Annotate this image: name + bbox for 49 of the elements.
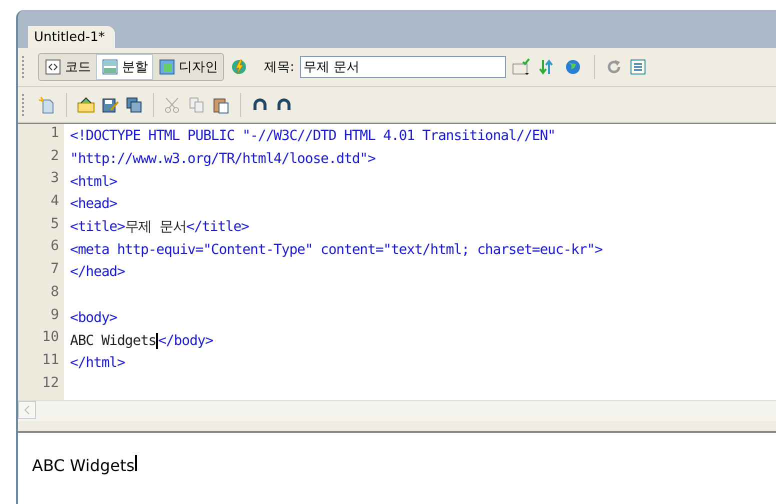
line-number: 6 — [50, 238, 59, 256]
open-folder-icon[interactable] — [77, 96, 95, 114]
text-cursor — [134, 455, 137, 471]
design-view-icon[interactable] — [158, 58, 176, 76]
text-cursor — [156, 332, 158, 349]
code-tag: "http://www.w3.org/TR/html4/loose.dtd"> — [70, 151, 376, 168]
design-text: ABC Widgets — [32, 456, 135, 475]
line-number: 4 — [50, 193, 59, 212]
code-tag: <meta http-equiv="Content-Type" content="text/html; charset=euc-kr"> — [70, 242, 602, 258]
lightning-globe-icon[interactable] — [230, 58, 248, 76]
paste-icon[interactable] — [212, 96, 230, 114]
line-number: 5 — [50, 216, 59, 234]
line-number: 9 — [50, 306, 59, 324]
code-tag: <html> — [70, 174, 117, 190]
split-view-icon[interactable] — [101, 58, 119, 76]
line-number: 8 — [50, 284, 59, 302]
line-number: 11 — [42, 352, 59, 370]
code-text: ABC Widgets — [70, 332, 156, 349]
line-number: 1 — [50, 125, 59, 143]
line-number: 3 — [50, 170, 59, 188]
code-tag: </body> — [158, 332, 213, 349]
code-text: 무제 문서 — [124, 218, 186, 236]
view-button[interactable]: 코드 — [39, 54, 96, 80]
title-label: 제목: — [264, 59, 294, 76]
code-tag: <body> — [70, 310, 117, 326]
code-tag: </html> — [70, 355, 125, 372]
code-tag: </head> — [70, 264, 125, 280]
line-number: 2 — [50, 148, 59, 166]
copy-icon[interactable] — [188, 96, 206, 114]
horizontal-scrollbar[interactable] — [18, 400, 776, 421]
title-field[interactable]: 무제 문서 — [300, 56, 506, 78]
code-tag: <title> — [70, 219, 125, 236]
new-document-icon[interactable] — [38, 96, 56, 114]
splitter-bar[interactable] — [18, 421, 776, 433]
document-tab[interactable]: Untitled-1* — [28, 26, 115, 48]
validate-icon[interactable] — [512, 58, 532, 76]
save-edit-icon[interactable] — [101, 96, 119, 114]
line-number: 12 — [42, 374, 59, 393]
save-all-icon[interactable] — [125, 96, 143, 114]
line-number: 7 — [50, 261, 59, 280]
line-number: 10 — [42, 329, 59, 348]
code-view-icon[interactable] — [44, 58, 62, 76]
code-tag: <head> — [70, 196, 117, 212]
code-tag: </title> — [186, 219, 249, 236]
code-tag: <!DOCTYPE HTML PUBLIC "-//W3C//DTD HTML 4.01 Transitional//EN" — [70, 128, 556, 144]
view-options-icon[interactable] — [629, 58, 648, 76]
cut-icon[interactable] — [164, 96, 182, 114]
view-button[interactable]: 디자인 — [153, 54, 223, 80]
view-button[interactable]: 분할 — [96, 54, 153, 80]
